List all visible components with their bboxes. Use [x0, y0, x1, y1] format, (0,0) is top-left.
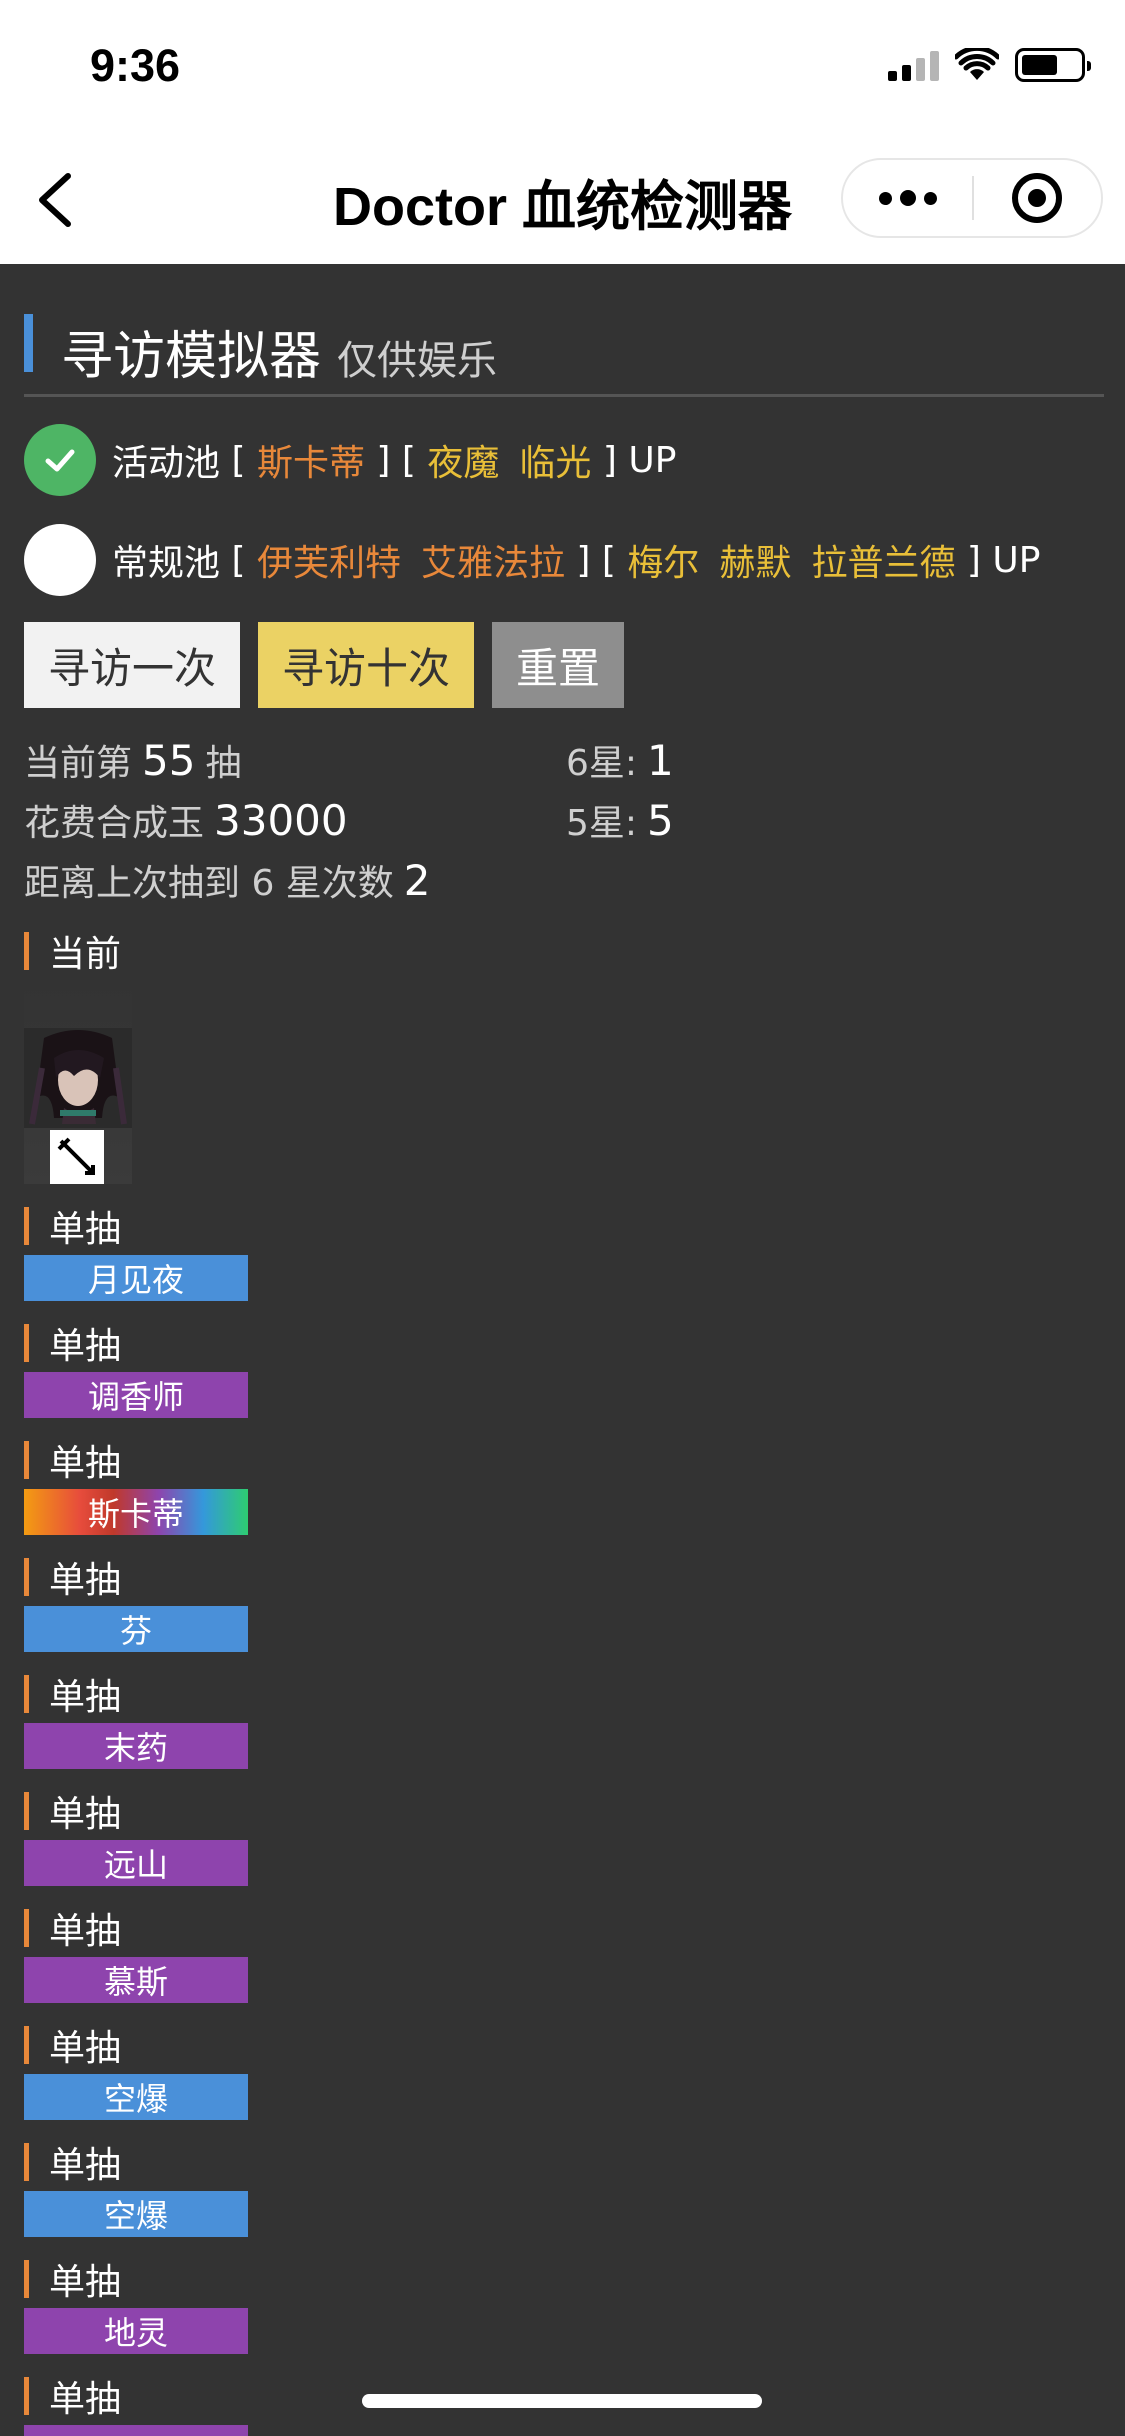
cellular-signal-icon	[888, 49, 939, 81]
six-star-stat: 6星: 1	[566, 734, 684, 786]
pull-label: 单抽	[24, 1792, 121, 1835]
pool-featured-operator: 斯卡蒂	[256, 443, 365, 484]
operator-portrait	[24, 984, 132, 1184]
pull-result-tag: 芬	[24, 1606, 248, 1652]
status-icons	[888, 48, 1091, 82]
pool-option-standard[interactable]: 常规池 [ 伊芙利特 艾雅法拉 ] [ 梅尔 赫默 拉普兰德 ] UP	[24, 524, 1040, 596]
more-icon[interactable]	[843, 160, 972, 236]
nav-bar: Doctor 血统检测器	[0, 132, 1125, 264]
pool-featured-operator: 赫默	[719, 543, 792, 584]
pull-result-tag: 月见夜	[24, 1255, 248, 1301]
current-section-label: 当前	[24, 932, 121, 975]
pull-label: 单抽	[24, 1675, 121, 1718]
reset-button[interactable]: 重置	[492, 622, 624, 708]
pull-result-tag: 远山	[24, 1840, 248, 1886]
stat-label: 当前第	[24, 743, 133, 784]
radio-unchecked-icon[interactable]	[24, 524, 96, 596]
stat-label: 5星:	[566, 803, 638, 844]
pool-suffix: UP	[628, 439, 677, 481]
pull-count-stat: 当前第 55 抽	[24, 734, 241, 786]
pull-result-tag: 空爆	[24, 2191, 248, 2237]
pull-label: 单抽	[24, 1207, 121, 1250]
pool-label: 活动池	[112, 443, 221, 484]
pool-featured-operator: 拉普兰德	[811, 543, 956, 584]
mini-program-capsule	[841, 158, 1103, 238]
bracket: ] [	[364, 439, 428, 481]
checkmark-icon[interactable]	[24, 424, 96, 496]
pool-suffix: UP	[992, 539, 1041, 581]
stat-value: 5	[647, 796, 674, 845]
stat-label: 抽	[205, 743, 242, 784]
pull-label: 单抽	[24, 2377, 121, 2420]
pool-option-event[interactable]: 活动池 [ 斯卡蒂 ] [ 夜魔 临光 ] UP	[24, 424, 676, 496]
pool-label: 常规池	[112, 543, 221, 584]
wifi-icon	[955, 48, 999, 80]
home-indicator	[362, 2394, 762, 2408]
pull-label: 单抽	[24, 2260, 121, 2303]
stat-value: 55	[142, 736, 196, 785]
battery-icon	[1015, 48, 1091, 82]
bracket: [	[220, 539, 257, 581]
section-header: 寻访模拟器 仅供娱乐	[24, 314, 1104, 387]
divider	[24, 394, 1104, 397]
pull-label: 单抽	[24, 1909, 121, 1952]
pull-result-tag: 空爆	[24, 2074, 248, 2120]
pool-featured-operator: 伊芙利特	[256, 543, 401, 584]
operator-avatar-image	[24, 1028, 132, 1128]
ten-pull-button[interactable]: 寻访十次	[258, 622, 474, 708]
close-target-icon[interactable]	[974, 160, 1101, 236]
header-subtitle: 仅供娱乐	[337, 338, 498, 384]
pool-featured-operator: 梅尔	[627, 543, 700, 584]
operator-class-icon	[50, 1130, 104, 1184]
bracket: ]	[955, 539, 993, 581]
pull-label: 单抽	[24, 1324, 121, 1367]
pull-result-tag: 慕斯	[24, 1957, 248, 2003]
pull-label: 单抽	[24, 2026, 121, 2069]
pull-result-tag: 斯卡蒂	[24, 1489, 248, 1535]
pull-label: 单抽	[24, 2143, 121, 2186]
bracket: ]	[591, 439, 629, 481]
stat-value: 33000	[214, 796, 348, 845]
pool-featured-operator: 临光	[519, 443, 592, 484]
bracket: [	[220, 439, 257, 481]
stat-label: 花费合成玉	[24, 803, 205, 844]
since-six-star-stat: 距离上次抽到 6 星次数 2	[24, 854, 441, 906]
pull-result-tag: 末药	[24, 1723, 248, 1769]
pool-featured-operator: 艾雅法拉	[420, 543, 565, 584]
header-title: 寻访模拟器	[61, 327, 322, 387]
five-star-stat: 5星: 5	[566, 794, 684, 846]
pull-result-tag: 地灵	[24, 2308, 248, 2354]
pull-result-tag: 调香师	[24, 1372, 248, 1418]
stat-value: 2	[403, 856, 431, 905]
pool-featured-operator: 夜魔	[427, 443, 500, 484]
pull-label: 单抽	[24, 1441, 121, 1484]
pull-result-tag	[24, 2425, 248, 2436]
stat-value: 1	[647, 736, 674, 785]
bracket: ] [	[564, 539, 628, 581]
status-bar: 9:36	[0, 0, 1125, 132]
stat-label: 6星:	[566, 743, 638, 784]
stat-label: 距离上次抽到 6 星次数	[24, 863, 394, 904]
status-time: 9:36	[90, 40, 181, 91]
single-pull-button[interactable]: 寻访一次	[24, 622, 240, 708]
pull-label: 单抽	[24, 1558, 121, 1601]
cost-stat: 花费合成玉 33000	[24, 794, 358, 846]
